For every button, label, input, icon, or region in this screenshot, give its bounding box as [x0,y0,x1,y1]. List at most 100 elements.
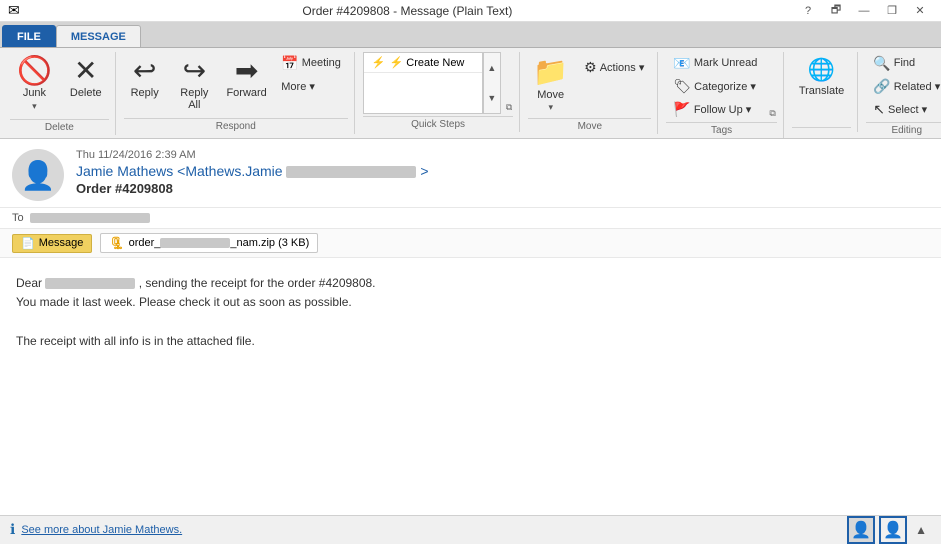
status-avatar-2[interactable]: 👤 [879,516,907,544]
more-respond-button[interactable]: More ▾ [274,75,348,97]
translate-icon: 🌐 [808,57,835,83]
mark-unread-icon: 📧 [673,55,690,72]
ribbon-group-respond: ↩ Reply ↪ Reply All ➡ Forward 📅 Meeting … [118,52,355,134]
junk-icon: 🚫 [17,57,52,85]
delete-button[interactable]: ✕ Delete [63,52,109,104]
move-group-label: Move [528,118,651,134]
zip-attachment[interactable]: 🗜 order__nam.zip (3 KB) [100,233,318,253]
meeting-button[interactable]: 📅 Meeting [274,52,348,74]
reply-icon: ↩ [133,57,156,85]
email-meta: Thu 11/24/2016 2:39 AM Jamie Mathews <Ma… [76,149,929,201]
title-bar-controls: ? 🗗 — ❐ ✕ [795,2,933,20]
follow-up-icon: 🚩 [673,101,690,118]
body-paragraph-1: Dear , sending the receipt for the order… [16,274,925,293]
quick-steps-box: ⚡ ⚡ Create New [363,52,483,114]
email-to-row: To [0,208,941,229]
editing-group-label: Editing [866,122,941,138]
tab-file[interactable]: FILE [2,25,56,47]
related-button[interactable]: 🔗 Related ▾ [866,75,941,97]
actions-button[interactable]: ⚙ Actions ▾ [577,56,651,78]
ribbon-group-move: 📁 Move ▾ ⚙ Actions ▾ Move [522,52,658,134]
ribbon-group-tags: 📧 Mark Unread 🏷 Categorize ▾ 🚩 Follow Up… [660,52,783,138]
follow-up-button[interactable]: 🚩 Follow Up ▾ [666,98,764,120]
minimize-button[interactable]: — [851,2,877,20]
restore-button[interactable]: 🗗 [823,2,849,20]
find-button[interactable]: 🔍 Find [866,52,941,74]
delete-group-label: Delete [10,119,109,135]
forward-button[interactable]: ➡ Forward [223,52,270,104]
tab-message[interactable]: MESSAGE [56,25,141,47]
status-avatar-1-icon: 👤 [851,520,871,540]
find-icon: 🔍 [873,55,890,72]
actions-icon: ⚙ [584,59,597,76]
categorize-icon: 🏷 [673,78,691,95]
reply-all-icon: ↪ [183,57,206,85]
ribbon: 🚫 Junk ▾ ✕ Delete Delete ↩ Reply ↪ Reply… [0,48,941,139]
email-to-redacted [30,213,150,223]
email-date: Thu 11/24/2016 2:39 AM [76,149,929,161]
avatar-person-icon: 👤 [21,159,56,192]
ribbon-group-editing: 🔍 Find 🔗 Related ▾ ↖ Select ▾ Editing [860,52,941,138]
mark-unread-button[interactable]: 📧 Mark Unread [666,52,764,74]
move-button[interactable]: 📁 Move ▾ [528,52,573,116]
categorize-button[interactable]: 🏷 Categorize ▾ [666,75,764,97]
zip-icon: 🗜 [109,236,124,250]
respond-group-label: Respond [124,118,348,134]
zip-filename: order__nam.zip (3 KB) [129,237,310,249]
ribbon-group-translate: 🌐 Translate [786,52,858,132]
lightning-icon: ⚡ [372,56,386,69]
recipient-name-redacted [45,278,135,289]
email-from: Jamie Mathews <Mathews.Jamie > [76,163,929,179]
quick-steps-launcher[interactable]: ⧉ [505,101,513,114]
status-bar: ℹ See more about Jamie Mathews. 👤 👤 ▲ [0,515,941,543]
ribbon-group-quicksteps: ⚡ ⚡ Create New ▲ ▼ ⧉ Quick Steps [357,52,520,132]
info-icon: ℹ [10,521,15,538]
title-bar-left: ✉ [8,2,20,19]
help-button[interactable]: ? [795,2,821,20]
window-title: Order #4209808 - Message (Plain Text) [20,4,795,18]
reply-button[interactable]: ↩ Reply [124,52,166,104]
maximize-button[interactable]: ❐ [879,2,905,20]
meeting-icon: 📅 [281,55,298,72]
email-from-redacted [286,166,416,178]
select-button[interactable]: ↖ Select ▾ [866,98,941,120]
junk-button[interactable]: 🚫 Junk ▾ [10,52,59,117]
title-bar: ✉ Order #4209808 - Message (Plain Text) … [0,0,941,22]
status-collapse-button[interactable]: ▲ [911,516,931,544]
quick-steps-create-new[interactable]: ⚡ ⚡ Create New [364,53,482,73]
ribbon-group-delete: 🚫 Junk ▾ ✕ Delete Delete [4,52,116,135]
quick-steps-scroll[interactable]: ▲ ▼ [483,52,501,114]
close-button[interactable]: ✕ [907,2,933,20]
message-tab-icon: 📄 [21,237,35,250]
tags-launcher[interactable]: ⧉ [768,107,776,120]
body-paragraph-3: The receipt with all info is in the atta… [16,332,925,351]
email-container: 👤 Thu 11/24/2016 2:39 AM Jamie Mathews <… [0,139,941,515]
email-body: Dear , sending the receipt for the order… [0,258,941,515]
to-label: To [12,212,24,224]
translate-group-label [792,127,851,132]
email-header: 👤 Thu 11/24/2016 2:39 AM Jamie Mathews <… [0,139,941,208]
forward-icon: ➡ [235,57,258,85]
tab-bar: FILE MESSAGE [0,22,941,48]
quick-steps-label: Quick Steps [363,116,513,132]
move-icon: 📁 [533,55,568,88]
delete-icon: ✕ [74,57,97,85]
related-icon: 🔗 [873,78,890,95]
tags-group-label: Tags [666,122,776,138]
scroll-up-icon: ▲ [487,63,496,73]
status-avatar-2-icon: 👤 [883,520,903,540]
status-text[interactable]: See more about Jamie Mathews. [21,524,182,536]
reply-all-button[interactable]: ↪ Reply All [170,52,219,116]
status-avatar-1[interactable]: 👤 [847,516,875,544]
move-chevron: ▾ [548,102,553,113]
status-bar-left: ℹ See more about Jamie Mathews. [10,521,182,538]
sender-avatar: 👤 [12,149,64,201]
translate-button[interactable]: 🌐 Translate [792,52,851,102]
status-bar-right: 👤 👤 ▲ [847,516,931,544]
email-subject: Order #4209808 [76,181,929,196]
select-icon: ↖ [873,101,885,118]
app-icon: ✉ [8,2,20,19]
message-tab[interactable]: 📄 Message [12,234,92,253]
attachments-row: 📄 Message 🗜 order__nam.zip (3 KB) [0,229,941,258]
scroll-down-icon: ▼ [487,93,496,103]
